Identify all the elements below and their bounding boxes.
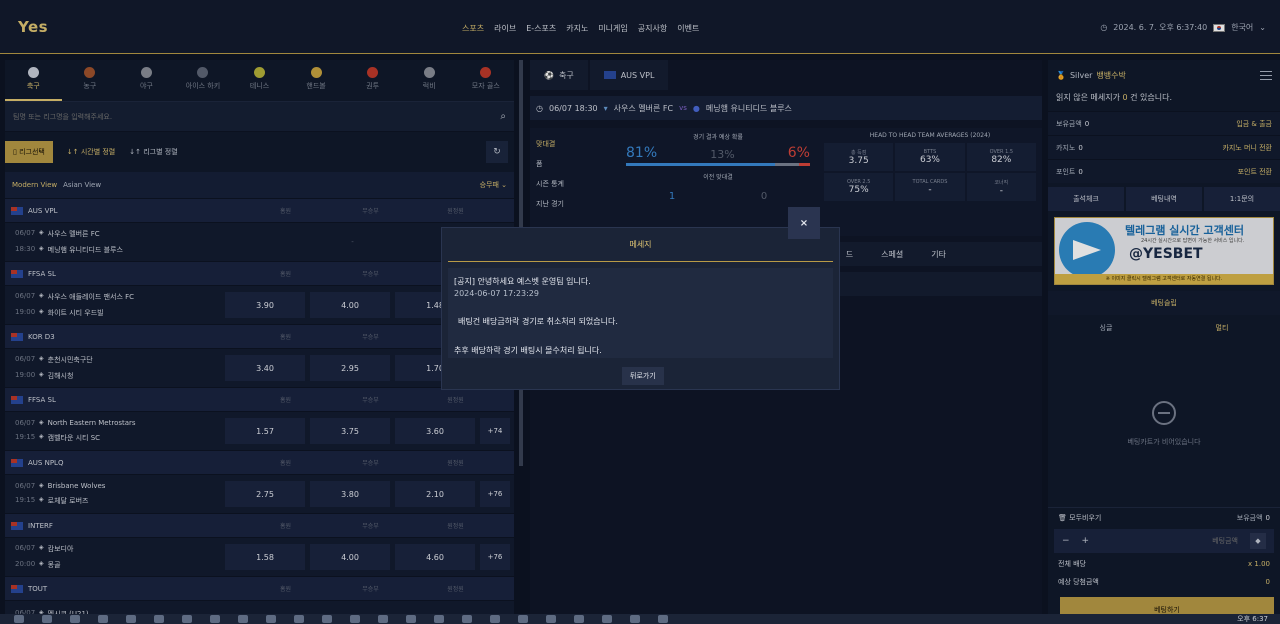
modal-body: [공지] 안녕하세요 예스벳 운영팀 입니다. 2024-06-07 17:23…: [448, 268, 833, 358]
modal-datetime: 2024-06-07 17:23:29: [454, 289, 539, 298]
message-modal: 메세지 [공지] 안녕하세요 예스벳 운영팀 입니다. 2024-06-07 1…: [441, 227, 840, 390]
modal-line-1: 배팅건 배당금하락 경기로 취소처리 되었습니다.: [458, 317, 618, 326]
modal-title: 메세지: [448, 228, 833, 262]
modal-notice: [공지] 안녕하세요 예스벳 운영팀 입니다.: [454, 277, 591, 286]
modal-line-2: 추후 배당하락 경기 배팅시 몰수처리 됩니다.: [454, 346, 602, 355]
close-icon[interactable]: ×: [788, 207, 820, 239]
back-button[interactable]: 뒤로가기: [622, 367, 664, 385]
